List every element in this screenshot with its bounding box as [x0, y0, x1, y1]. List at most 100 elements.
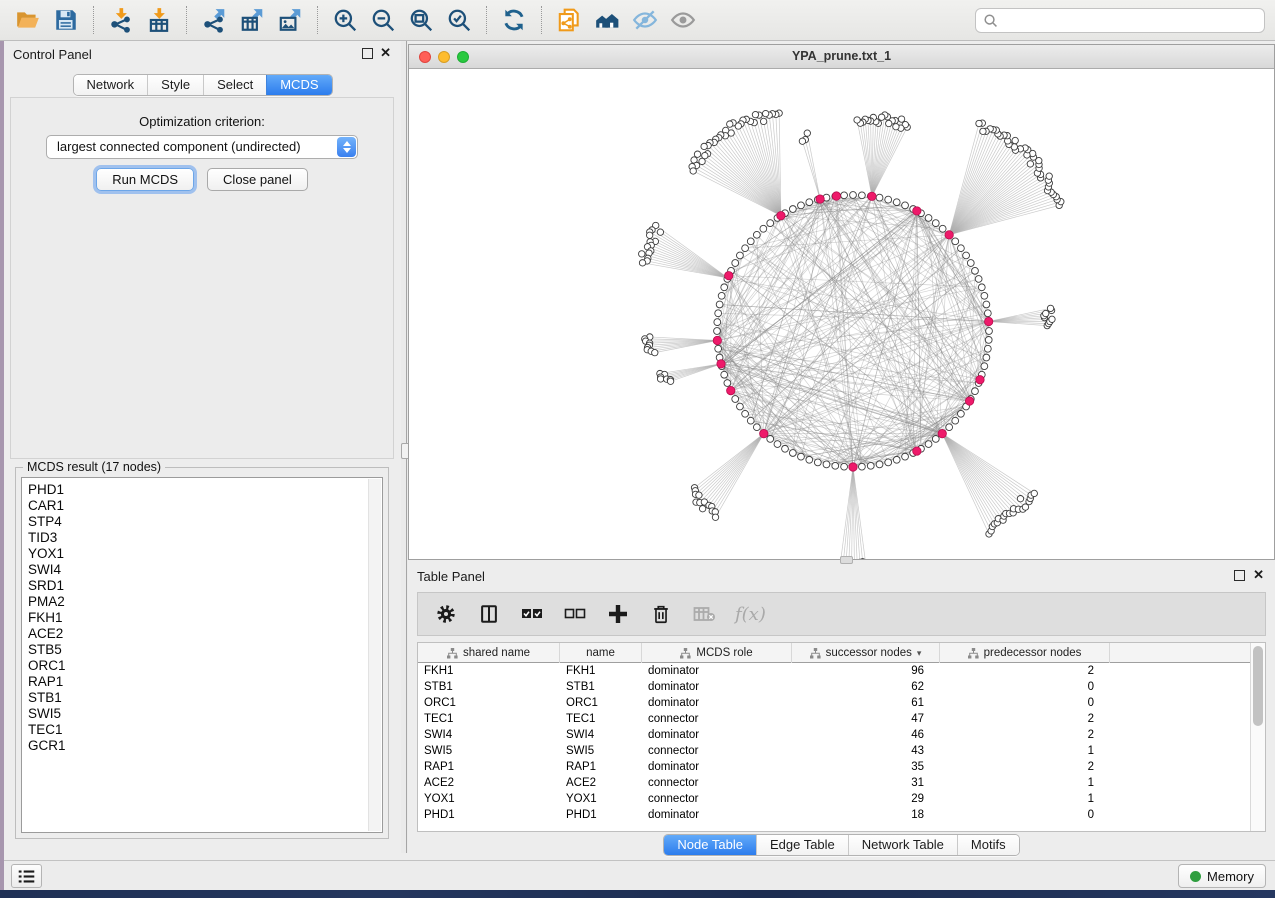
list-item[interactable]: FKH1	[28, 610, 368, 626]
search-icon	[983, 13, 998, 28]
float-panel-icon[interactable]	[1234, 570, 1245, 581]
list-item[interactable]: SWI4	[28, 562, 368, 578]
toolbar-separator	[317, 6, 318, 34]
zoom-out-icon[interactable]	[365, 4, 401, 36]
table-row[interactable]: FKH1FKH1dominator962	[418, 663, 1250, 679]
zoom-in-icon[interactable]	[327, 4, 363, 36]
column-header-shared-name[interactable]: shared name	[418, 643, 560, 663]
list-item[interactable]: RAP1	[28, 674, 368, 690]
delete-column-trash-icon[interactable]	[649, 602, 673, 626]
list-item[interactable]: PHD1	[28, 482, 368, 498]
horizontal-splitter-grip[interactable]	[840, 556, 853, 564]
zoom-selected-icon[interactable]	[441, 4, 477, 36]
table-row[interactable]: SWI5SWI5connector431	[418, 743, 1250, 759]
table-row[interactable]: PHD1PHD1dominator180	[418, 807, 1250, 823]
import-network-icon[interactable]	[103, 4, 139, 36]
tab-motifs[interactable]: Motifs	[957, 835, 1019, 855]
list-item[interactable]: STP4	[28, 514, 368, 530]
list-item[interactable]: TID3	[28, 530, 368, 546]
export-network-icon[interactable]	[196, 4, 232, 36]
zoom-fit-icon[interactable]	[403, 4, 439, 36]
list-scrollbar-track[interactable]	[368, 479, 381, 831]
search-box[interactable]	[975, 8, 1265, 33]
tab-style[interactable]: Style	[147, 75, 203, 95]
table-row[interactable]: TEC1TEC1connector472	[418, 711, 1250, 727]
cell-successor-nodes: 18	[792, 807, 940, 823]
column-header-successor-nodes[interactable]: successor nodes▾	[792, 643, 940, 663]
cell-shared-name: PHD1	[418, 807, 560, 823]
criterion-dropdown[interactable]: largest connected component (undirected)	[46, 135, 358, 159]
network-graph-canvas[interactable]	[409, 69, 1274, 559]
list-item[interactable]: ACE2	[28, 626, 368, 642]
close-panel-button[interactable]: Close panel	[207, 168, 308, 191]
cell-name: ACE2	[560, 775, 642, 791]
list-item[interactable]: SRD1	[28, 578, 368, 594]
list-item[interactable]: TEC1	[28, 722, 368, 738]
table-row[interactable]: STB1STB1dominator620	[418, 679, 1250, 695]
run-mcds-button[interactable]: Run MCDS	[96, 168, 194, 191]
delete-table-icon	[692, 602, 716, 626]
tab-network-table[interactable]: Network Table	[848, 835, 957, 855]
tab-node-table[interactable]: Node Table	[664, 835, 756, 855]
table-scrollbar-track[interactable]	[1250, 643, 1265, 831]
table-row[interactable]: RAP1RAP1dominator352	[418, 759, 1250, 775]
list-item[interactable]: PMA2	[28, 594, 368, 610]
table-row[interactable]: YOX1YOX1connector291	[418, 791, 1250, 807]
cell-name: RAP1	[560, 759, 642, 775]
open-file-icon[interactable]	[10, 4, 46, 36]
tab-network[interactable]: Network	[73, 75, 147, 95]
add-column-icon[interactable]	[606, 602, 630, 626]
cell-predecessor-nodes: 2	[940, 711, 1110, 727]
deselect-all-checkboxes-icon[interactable]	[563, 602, 587, 626]
mcds-result-list[interactable]: PHD1CAR1STP4TID3YOX1SWI4SRD1PMA2FKH1ACE2…	[21, 477, 383, 833]
list-item[interactable]: YOX1	[28, 546, 368, 562]
memory-button[interactable]: Memory	[1178, 864, 1266, 888]
first-neighbors-houses-icon[interactable]	[589, 4, 625, 36]
network-window-title: YPA_prune.txt_1	[409, 49, 1274, 63]
list-item[interactable]: ORC1	[28, 658, 368, 674]
tab-mcds[interactable]: MCDS	[266, 75, 331, 95]
hide-selected-eye-slash-icon[interactable]	[627, 4, 663, 36]
import-table-icon[interactable]	[141, 4, 177, 36]
network-column-icon	[968, 648, 979, 659]
column-label: successor nodes	[826, 647, 912, 659]
cell-shared-name: YOX1	[418, 791, 560, 807]
table-row[interactable]: SWI4SWI4dominator462	[418, 727, 1250, 743]
close-panel-icon[interactable]: ✕	[380, 45, 391, 61]
table-row[interactable]: ACE2ACE2connector311	[418, 775, 1250, 791]
list-item[interactable]: STB1	[28, 690, 368, 706]
clone-network-icon[interactable]	[551, 4, 587, 36]
cell-predecessor-nodes: 1	[940, 743, 1110, 759]
node-table[interactable]: shared namenameMCDS rolesuccessor nodes▾…	[417, 642, 1266, 832]
table-panel-header: Table Panel ✕	[408, 563, 1275, 589]
search-input[interactable]	[1003, 13, 1257, 28]
tab-edge-table[interactable]: Edge Table	[756, 835, 848, 855]
column-header-name[interactable]: name	[560, 643, 642, 663]
cell-successor-nodes: 61	[792, 695, 940, 711]
export-table-icon[interactable]	[234, 4, 270, 36]
column-settings-gear-icon[interactable]	[434, 602, 458, 626]
list-item[interactable]: GCR1	[28, 738, 368, 754]
network-window-titlebar[interactable]: YPA_prune.txt_1	[409, 45, 1274, 69]
table-scrollbar-thumb[interactable]	[1253, 646, 1263, 726]
show-columns-icon[interactable]	[477, 602, 501, 626]
network-graph-svg[interactable]	[409, 69, 1274, 559]
list-item[interactable]: STB5	[28, 642, 368, 658]
vertical-splitter[interactable]	[401, 41, 408, 853]
column-header-MCDS-role[interactable]: MCDS role	[642, 643, 792, 663]
refresh-layout-icon[interactable]	[496, 4, 532, 36]
list-item[interactable]: SWI5	[28, 706, 368, 722]
close-panel-icon[interactable]: ✕	[1253, 567, 1264, 583]
toolbar-separator	[186, 6, 187, 34]
list-item[interactable]: CAR1	[28, 498, 368, 514]
save-session-icon[interactable]	[48, 4, 84, 36]
toolbar-separator	[486, 6, 487, 34]
tab-select[interactable]: Select	[203, 75, 266, 95]
show-all-eye-icon[interactable]	[665, 4, 701, 36]
table-row[interactable]: ORC1ORC1dominator610	[418, 695, 1250, 711]
export-image-icon[interactable]	[272, 4, 308, 36]
float-panel-icon[interactable]	[362, 48, 373, 59]
select-all-checkboxes-icon[interactable]	[520, 602, 544, 626]
column-header-predecessor-nodes[interactable]: predecessor nodes	[940, 643, 1110, 663]
task-history-button[interactable]	[11, 864, 42, 888]
